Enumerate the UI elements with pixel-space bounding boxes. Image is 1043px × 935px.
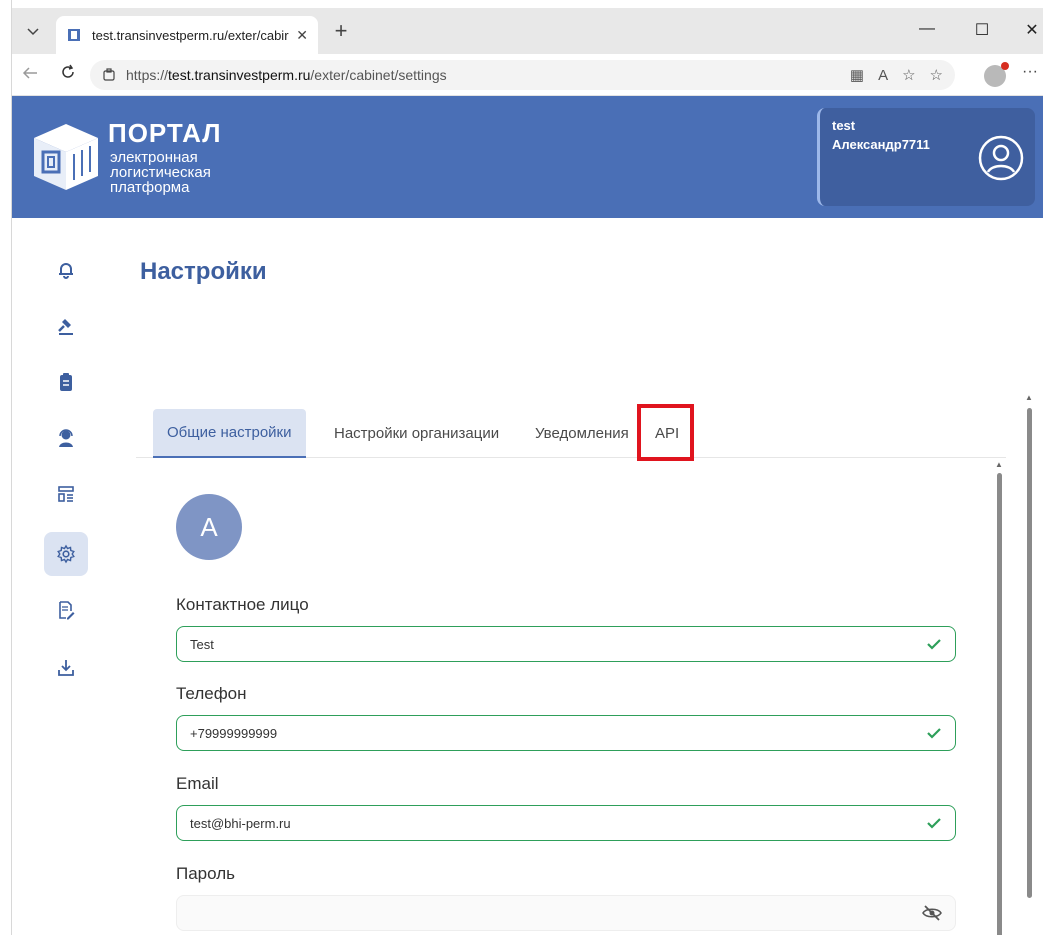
valid-check-icon	[927, 818, 941, 829]
bell-icon	[59, 263, 73, 279]
brand-title: ПОРТАЛ	[108, 118, 222, 148]
tab-organization-settings[interactable]: Настройки организации	[334, 409, 499, 458]
contact-person-label: Контактное лицо	[176, 595, 309, 614]
panel-scroll-up-arrow-icon[interactable]: ▲	[995, 460, 1003, 469]
eye-slash-icon[interactable]	[922, 905, 942, 921]
address-toolbar: https://test.transinvestperm.ru/exter/ca…	[12, 54, 1043, 96]
page-scrollbar[interactable]: ▲	[1025, 393, 1033, 913]
reload-icon[interactable]	[56, 63, 80, 87]
browser-window: test.transinvestperm.ru/exter/cabir ✕ + …	[12, 8, 1043, 935]
grid-view-icon[interactable]: ▦	[850, 66, 864, 84]
email-input[interactable]	[190, 815, 926, 831]
user-name: test Александр7711	[832, 118, 930, 152]
minimize-button[interactable]: —	[917, 20, 937, 38]
contact-person-field[interactable]	[176, 626, 956, 662]
phone-input[interactable]	[190, 725, 926, 741]
password-field[interactable]	[176, 895, 956, 931]
screenshot: test.transinvestperm.ru/exter/cabir ✕ + …	[0, 0, 1043, 935]
tab-close-icon[interactable]: ✕	[296, 27, 308, 44]
password-input[interactable]	[190, 905, 922, 921]
read-aloud-icon[interactable]: A	[878, 67, 888, 84]
settings-tabs: Общие настройки Настройки организации Ув…	[136, 409, 1006, 458]
user-avatar-icon[interactable]	[977, 134, 1025, 182]
tab-title: test.transinvestperm.ru/exter/cabir	[92, 27, 289, 43]
sidebar-item-settings[interactable]	[44, 532, 88, 576]
valid-check-icon	[927, 728, 941, 739]
background-window-edge	[0, 0, 12, 935]
portal-header: ПОРТАЛ электронная логистическая платфор…	[12, 96, 1043, 218]
phone-label: Телефон	[176, 684, 247, 703]
valid-check-icon	[927, 639, 941, 650]
profile-avatar-icon[interactable]	[984, 62, 1009, 87]
new-tab-button[interactable]: +	[328, 19, 354, 45]
tab-actions-chevron-icon[interactable]	[20, 19, 46, 45]
sidebar-item-dashboard[interactable]	[44, 472, 88, 516]
sidebar-item-downloads[interactable]	[44, 646, 88, 690]
document-edit-icon	[59, 601, 75, 620]
page-info-icon[interactable]	[102, 68, 116, 82]
panel-scrollbar-thumb[interactable]	[997, 473, 1002, 935]
dashboard-icon	[58, 486, 74, 502]
phone-field[interactable]	[176, 715, 956, 751]
scroll-up-arrow-icon[interactable]: ▲	[1025, 393, 1033, 402]
panel-scrollbar[interactable]: ▲	[995, 458, 1003, 935]
sidebar-item-auctions[interactable]	[44, 304, 88, 348]
page-title: Настройки	[140, 258, 267, 285]
user-card[interactable]: test Александр7711	[817, 108, 1035, 206]
favicon-icon	[68, 29, 80, 41]
tab-general-settings[interactable]: Общие настройки	[153, 409, 306, 458]
page-scrollbar-thumb[interactable]	[1027, 408, 1032, 898]
sidebar	[12, 218, 122, 935]
download-icon	[58, 660, 74, 676]
email-field[interactable]	[176, 805, 956, 841]
tab-strip: test.transinvestperm.ru/exter/cabir ✕ + …	[12, 8, 1043, 54]
email-label: Email	[176, 774, 219, 793]
brand-subtitle: электронная логистическая платформа	[110, 149, 211, 196]
contact-person-input[interactable]	[190, 636, 926, 652]
api-tab-highlight-box	[637, 404, 694, 461]
sidebar-item-notifications[interactable]	[44, 248, 88, 292]
gear-icon	[57, 544, 75, 564]
sidebar-item-documents[interactable]	[44, 588, 88, 632]
more-options-button[interactable]: ···	[1022, 63, 1038, 81]
sidebar-item-orders[interactable]	[44, 360, 88, 404]
tab-notifications[interactable]: Уведомления	[535, 409, 629, 458]
back-arrow-icon[interactable]	[18, 63, 42, 87]
address-bar[interactable]: https://test.transinvestperm.ru/exter/ca…	[90, 60, 955, 90]
sidebar-item-support[interactable]	[44, 416, 88, 460]
browser-tab-active[interactable]: test.transinvestperm.ru/exter/cabir ✕	[56, 16, 318, 54]
support-agent-icon	[59, 429, 73, 447]
url-text: https://test.transinvestperm.ru/exter/ca…	[126, 67, 447, 83]
gavel-icon	[58, 319, 73, 335]
maximize-button[interactable]: ☐	[972, 20, 992, 40]
password-label: Пароль	[176, 864, 235, 883]
portal-logo-icon[interactable]	[28, 118, 104, 194]
favorites-list-icon[interactable]: ☆	[930, 66, 943, 84]
window-close-button[interactable]: ✕	[1022, 20, 1042, 40]
profile-avatar[interactable]: A	[176, 494, 242, 560]
clipboard-icon	[60, 373, 72, 391]
favorite-star-icon[interactable]: ☆	[902, 66, 915, 84]
